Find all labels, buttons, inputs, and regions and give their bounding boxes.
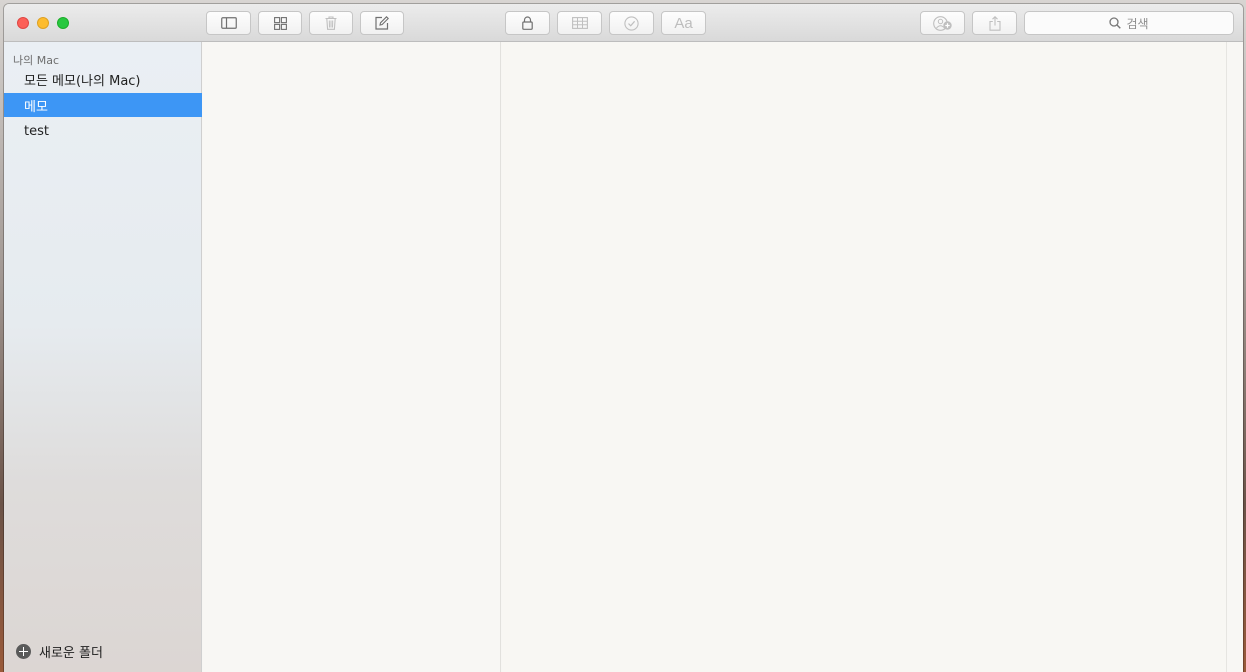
checkmark-circle-icon — [624, 15, 639, 31]
checklist-button[interactable] — [609, 11, 654, 35]
search-placeholder: 검색 — [1126, 16, 1149, 31]
new-folder-label: 새로운 폴더 — [39, 646, 103, 661]
folder-all-notes[interactable]: 모든 메모(나의 Mac) — [4, 67, 202, 91]
close-window-button[interactable] — [17, 17, 29, 29]
folder-label: 메모 — [24, 99, 48, 115]
note-editor[interactable] — [502, 42, 1227, 672]
share-button[interactable] — [972, 11, 1017, 35]
share-icon — [988, 15, 1001, 31]
plus-circle-icon — [16, 644, 31, 659]
sidebar-icon — [220, 17, 237, 29]
folder-sidebar: 나의 Mac 모든 메모(나의 Mac) 메모 test 새로운 폴더 — [4, 42, 202, 672]
folder-label: test — [24, 123, 49, 139]
table-button[interactable] — [557, 11, 602, 35]
toolbar: Aa 검색 — [4, 4, 1243, 42]
add-people-icon — [932, 15, 952, 31]
lock-button[interactable] — [505, 11, 550, 35]
new-folder-button[interactable]: 새로운 폴더 — [16, 642, 103, 661]
maximize-window-button[interactable] — [57, 17, 69, 29]
lock-icon — [522, 16, 533, 30]
folder-test[interactable]: test — [4, 119, 202, 143]
note-list[interactable] — [203, 42, 501, 672]
sidebar-section-title: 나의 Mac — [13, 54, 60, 67]
search-icon — [1109, 17, 1122, 29]
folder-label: 모든 메모(나의 Mac) — [24, 73, 141, 89]
folder-notes[interactable]: 메모 — [4, 93, 202, 117]
table-icon — [571, 17, 588, 29]
minimize-window-button[interactable] — [37, 17, 49, 29]
add-people-button[interactable] — [920, 11, 965, 35]
grid-icon — [273, 16, 287, 30]
compose-button[interactable] — [360, 11, 404, 35]
editor-scroll-area — [1226, 42, 1243, 672]
trash-icon — [325, 16, 337, 30]
sidebar-toggle-button[interactable] — [206, 11, 251, 35]
delete-button[interactable] — [309, 11, 353, 35]
gallery-view-button[interactable] — [258, 11, 302, 35]
search-field[interactable]: 검색 — [1024, 11, 1234, 35]
format-button[interactable]: Aa — [661, 11, 706, 35]
notes-window: Aa 검색 나의 Mac 모든 메모(나의 Mac) 메모 test 새로운 폴… — [4, 4, 1243, 672]
compose-icon — [375, 16, 389, 30]
text-format-icon: Aa — [674, 14, 693, 32]
